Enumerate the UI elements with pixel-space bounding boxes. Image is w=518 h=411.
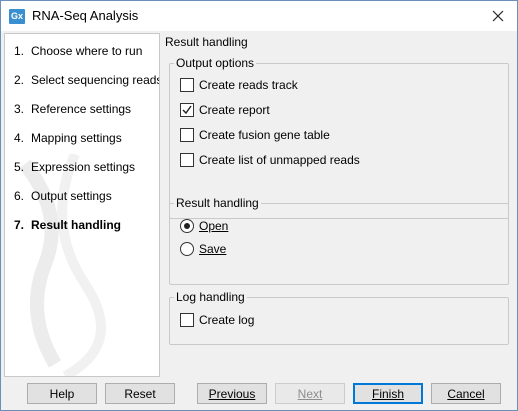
create-report-checkbox[interactable]: Create report [180, 102, 270, 118]
checkbox-box[interactable] [180, 78, 194, 92]
checkbox-label: Create fusion gene table [199, 128, 330, 142]
log-handling-group: Log handling Create log [169, 290, 509, 345]
window-title: RNA-Seq Analysis [32, 8, 139, 23]
close-button[interactable] [487, 6, 509, 26]
checkbox-box[interactable] [180, 153, 194, 167]
checkbox-box[interactable] [180, 313, 194, 327]
step-label: Result handling [31, 218, 121, 232]
output-options-legend: Output options [174, 56, 257, 70]
dialog-window: Gx RNA-Seq Analysis 1. Choose where to ru… [0, 0, 518, 411]
step-number: 1. [14, 44, 25, 58]
next-button[interactable]: Next [275, 383, 345, 404]
title-bar: Gx RNA-Seq Analysis [1, 1, 517, 31]
sidebar-step-choose-where-to-run[interactable]: 1. Choose where to run [14, 44, 142, 58]
reset-button[interactable]: Reset [105, 383, 175, 404]
previous-button[interactable]: Previous [197, 383, 267, 404]
step-label: Mapping settings [31, 131, 122, 145]
step-label: Expression settings [31, 160, 136, 174]
step-number: 5. [14, 160, 25, 174]
checkbox-box[interactable] [180, 128, 194, 142]
sidebar-step-expression-settings[interactable]: 5. Expression settings [14, 160, 135, 174]
finish-button[interactable]: Finish [353, 383, 423, 404]
content-panel: Result handling Output options Create re… [162, 33, 514, 375]
step-number: 6. [14, 189, 25, 203]
sidebar-step-reference-settings[interactable]: 3. Reference settings [14, 102, 131, 116]
sidebar-step-select-sequencing-reads[interactable]: 2. Select sequencing reads [14, 73, 160, 87]
checkmark-icon [182, 105, 192, 115]
checkbox-label: Create list of unmapped reads [199, 153, 360, 167]
help-button[interactable]: Help [27, 383, 97, 404]
checkbox-label: Create reads track [199, 78, 298, 92]
result-handling-legend: Result handling [174, 196, 261, 210]
radio-label: Open [199, 219, 229, 233]
sidebar-step-mapping-settings[interactable]: 4. Mapping settings [14, 131, 122, 145]
close-icon [492, 10, 504, 22]
step-number: 3. [14, 102, 25, 116]
create-log-checkbox[interactable]: Create log [180, 312, 254, 328]
wizard-steps-sidebar: 1. Choose where to run 2. Select sequencin… [4, 33, 160, 377]
step-number: 2. [14, 73, 25, 87]
step-label: Output settings [31, 189, 112, 203]
save-radio[interactable]: Save [180, 241, 226, 257]
checkbox-label: Create report [199, 103, 270, 117]
radio-selected-dot [184, 223, 190, 229]
checkbox-box[interactable] [180, 103, 194, 117]
cancel-button[interactable]: Cancel [431, 383, 501, 404]
sidebar-step-result-handling[interactable]: 7. Result handling [14, 218, 121, 232]
create-list-of-unmapped-reads-checkbox[interactable]: Create list of unmapped reads [180, 152, 360, 168]
app-logo-icon: Gx [9, 9, 25, 24]
radio-button[interactable] [180, 219, 194, 233]
result-handling-group: Result handling Open Save [169, 196, 509, 285]
sidebar-step-output-settings[interactable]: 6. Output settings [14, 189, 112, 203]
step-label: Reference settings [31, 102, 132, 116]
log-handling-legend: Log handling [174, 290, 247, 304]
checkbox-label: Create log [199, 313, 255, 327]
step-label: Choose where to run [31, 44, 143, 58]
step-number: 7. [14, 218, 25, 232]
button-bar: Help Reset Previous Next Finish Cancel [1, 377, 517, 410]
open-radio[interactable]: Open [180, 218, 228, 234]
create-fusion-gene-table-checkbox[interactable]: Create fusion gene table [180, 127, 330, 143]
section-title: Result handling [165, 35, 248, 49]
step-number: 4. [14, 131, 25, 145]
radio-button[interactable] [180, 242, 194, 256]
create-reads-track-checkbox[interactable]: Create reads track [180, 77, 298, 93]
step-label: Select sequencing reads [31, 73, 160, 87]
radio-label: Save [199, 242, 227, 256]
dna-watermark-icon [19, 154, 106, 376]
